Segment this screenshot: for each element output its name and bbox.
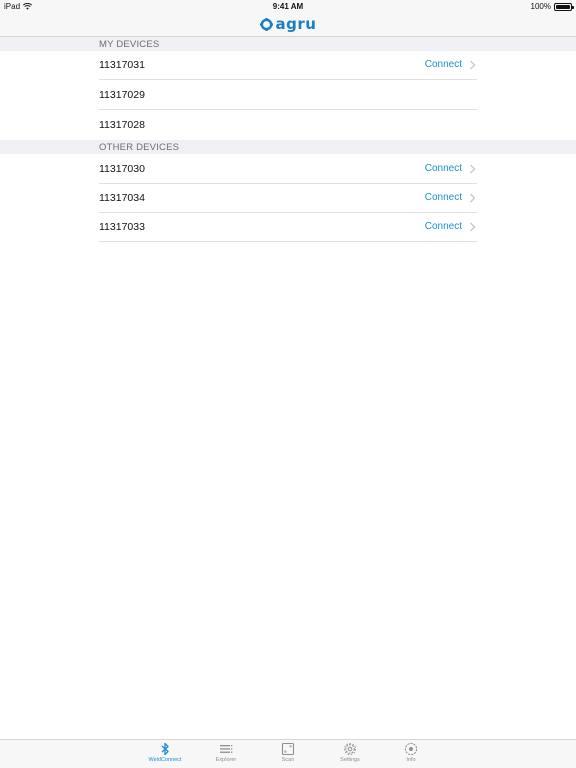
- chevron-right-icon: [470, 193, 476, 203]
- list-icon: [220, 745, 233, 753]
- device-row-11317028[interactable]: 11317028: [0, 111, 576, 140]
- connect-button[interactable]: Connect: [425, 192, 462, 203]
- tab-label: Info: [406, 757, 416, 763]
- tab-scan[interactable]: Scan: [268, 742, 308, 768]
- tab-weldconnect[interactable]: WeldConnect: [145, 742, 185, 768]
- battery-icon: [554, 2, 574, 11]
- nav-bar: agru: [0, 13, 576, 37]
- connect-button[interactable]: Connect: [425, 59, 462, 70]
- section-header-other-devices: OTHER DEVICES: [0, 140, 576, 154]
- tab-info[interactable]: Info: [391, 742, 431, 768]
- bluetooth-icon: [161, 742, 169, 756]
- tab-explorer[interactable]: Explorer: [206, 742, 246, 768]
- device-id: 11317028: [99, 119, 145, 131]
- section-header-my-devices: MY DEVICES: [0, 37, 576, 51]
- tab-label: Explorer: [215, 757, 237, 763]
- device-id: 11317031: [99, 59, 145, 71]
- battery-percent: 100%: [530, 2, 551, 11]
- divider: [99, 109, 477, 110]
- device-row-11317033[interactable]: 11317033 Connect: [0, 213, 576, 242]
- status-bar: iPad 9:41 AM 100%: [0, 0, 576, 13]
- device-id: 11317030: [99, 163, 145, 175]
- agru-logo-icon: [259, 18, 273, 31]
- logo-text: agru: [275, 15, 317, 33]
- connect-button[interactable]: Connect: [425, 221, 462, 232]
- tab-settings[interactable]: Settings: [330, 742, 370, 768]
- divider: [99, 79, 477, 80]
- chevron-right-icon: [470, 222, 476, 232]
- agru-logo: agru: [259, 15, 317, 33]
- device-row-11317029[interactable]: 11317029: [0, 81, 576, 110]
- device-row-11317034[interactable]: 11317034 Connect: [0, 184, 576, 213]
- tab-label: Settings: [340, 757, 360, 763]
- tab-bar: WeldConnect Explorer Scan Settings Info: [0, 739, 576, 768]
- device-id: 11317029: [99, 89, 145, 101]
- status-time: 9:41 AM: [272, 2, 304, 11]
- device-row-11317031[interactable]: 11317031 Connect: [0, 51, 576, 80]
- info-icon: [404, 742, 418, 756]
- section-title: OTHER DEVICES: [99, 142, 180, 153]
- gear-icon: [344, 743, 356, 755]
- connect-button[interactable]: Connect: [425, 163, 462, 174]
- device-id: 11317033: [99, 221, 145, 233]
- chevron-right-icon: [470, 164, 476, 174]
- device-id: 11317034: [99, 192, 145, 204]
- tab-label: WeldConnect: [148, 757, 182, 763]
- scan-icon: [281, 742, 295, 756]
- divider: [99, 241, 477, 242]
- status-right: 100%: [530, 2, 574, 11]
- chevron-right-icon: [470, 60, 476, 70]
- tab-label: Scan: [281, 757, 295, 763]
- device-row-11317030[interactable]: 11317030 Connect: [0, 155, 576, 184]
- section-title: MY DEVICES: [99, 39, 160, 50]
